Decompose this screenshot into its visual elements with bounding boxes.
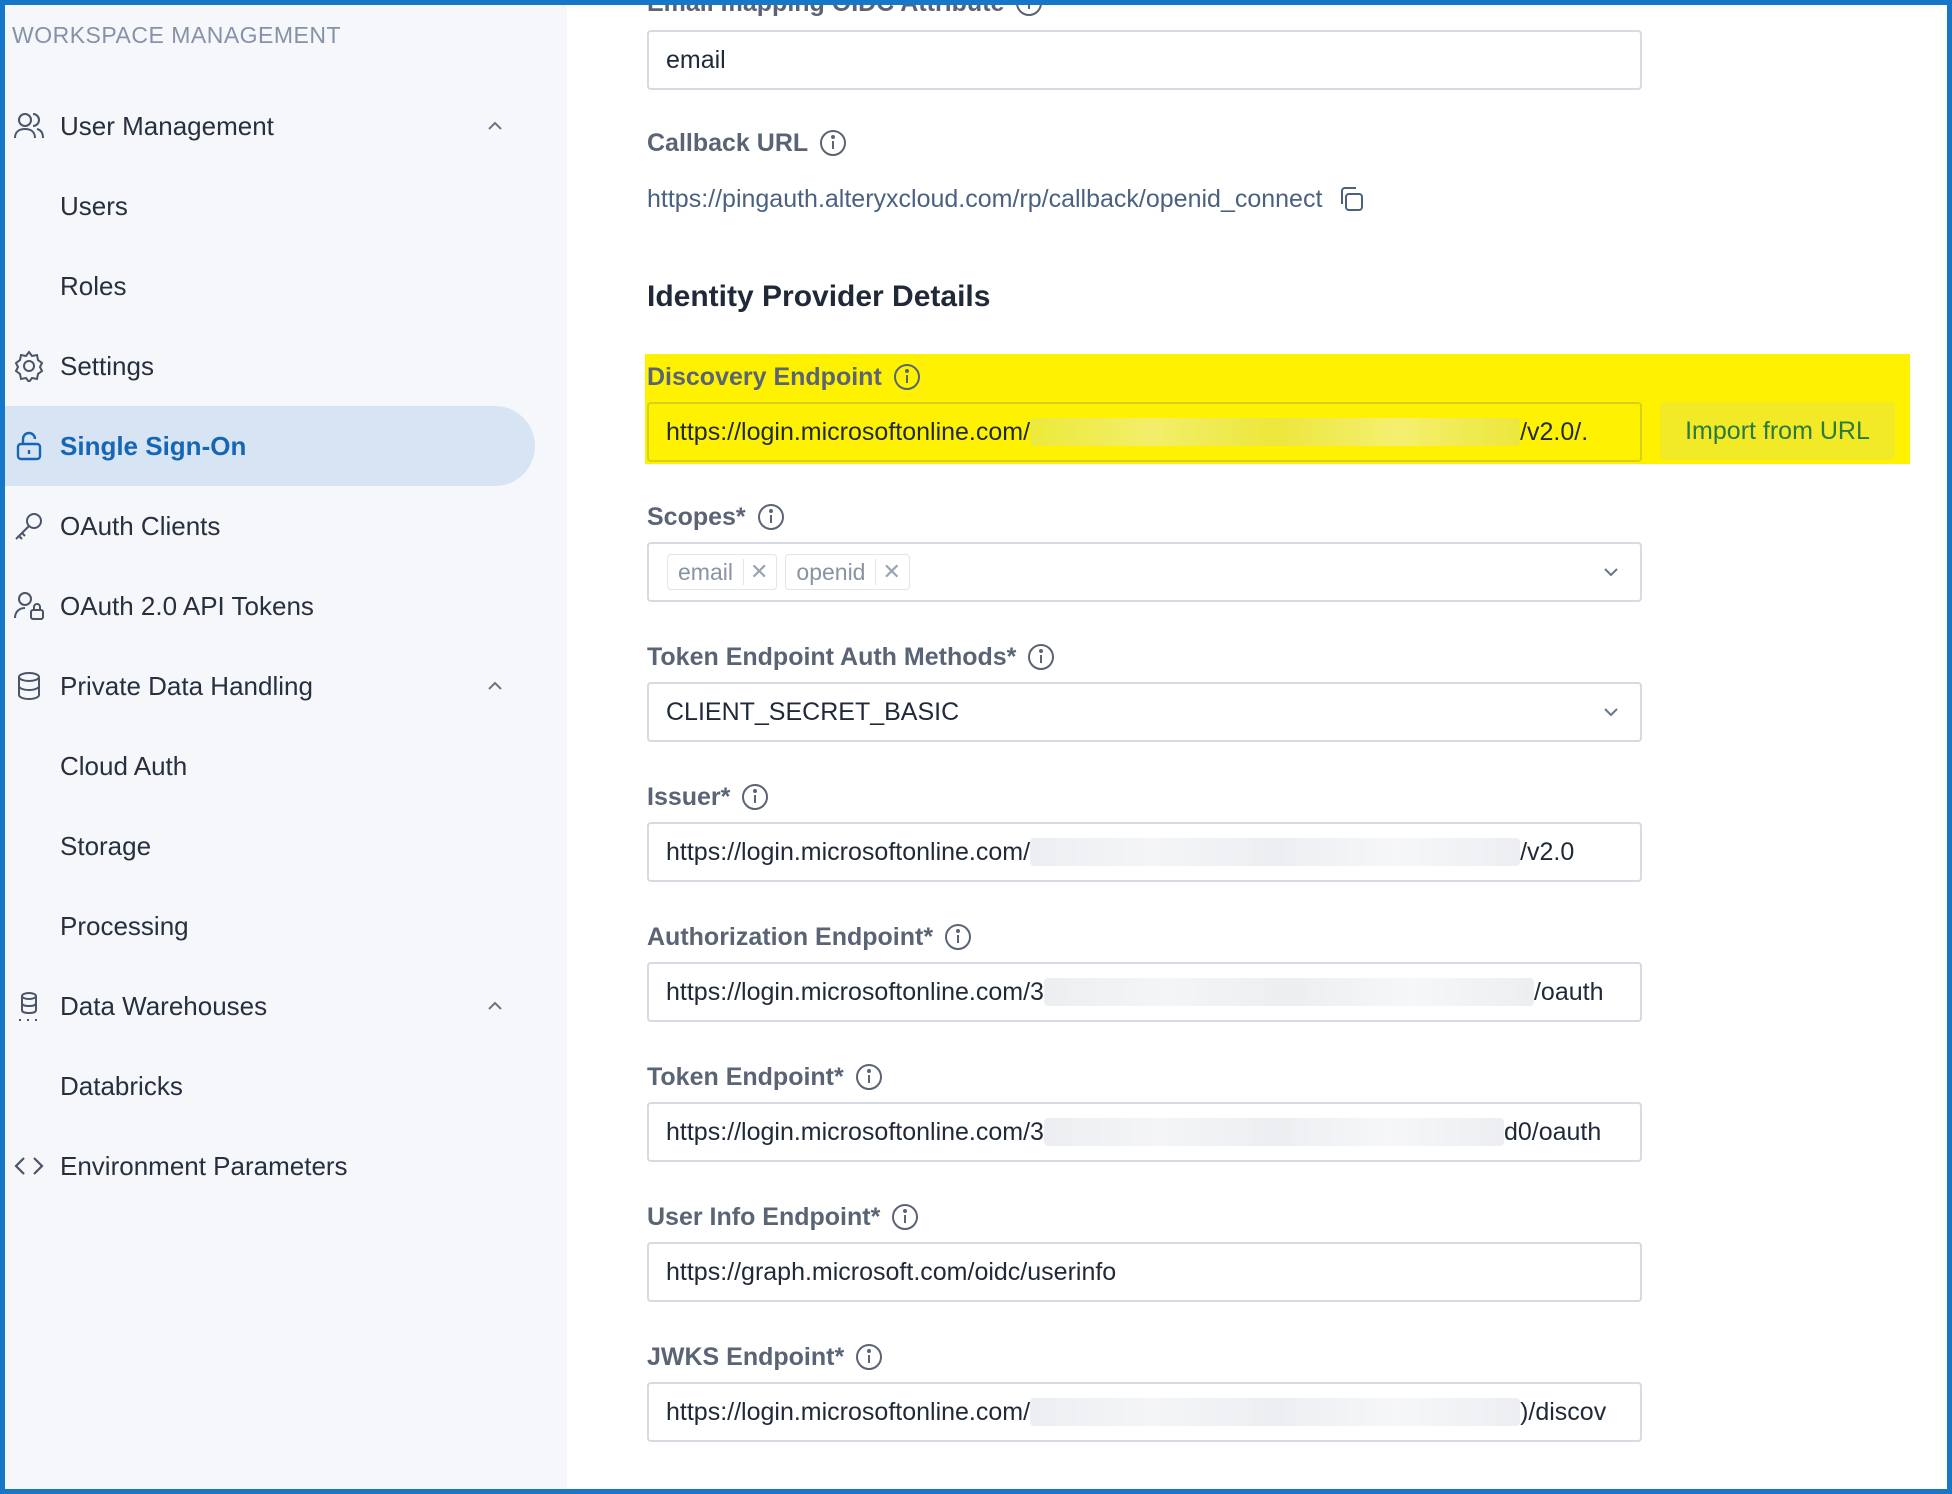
info-icon[interactable]: [854, 1062, 884, 1092]
user-info-endpoint-input[interactable]: https://graph.microsoft.com/oidc/userinf…: [647, 1242, 1642, 1302]
authorization-endpoint-label: Authorization Endpoint*: [647, 922, 973, 952]
chevron-up-icon[interactable]: [484, 675, 506, 697]
sidebar-item-label: Private Data Handling: [60, 670, 313, 701]
discovery-endpoint-label: Discovery Endpoint: [647, 362, 922, 392]
info-icon[interactable]: [1026, 642, 1056, 672]
remove-chip-icon[interactable]: ✕: [875, 559, 901, 585]
scope-chip: openid ✕: [785, 554, 910, 590]
callback-url: https://pingauth.alteryxcloud.com/rp/cal…: [647, 184, 1366, 214]
remove-chip-icon[interactable]: ✕: [742, 559, 768, 585]
lock-icon: [12, 429, 46, 463]
import-from-url-button[interactable]: Import from URL: [1660, 402, 1895, 460]
token-auth-methods-label: Token Endpoint Auth Methods*: [647, 642, 1056, 672]
sidebar-item-private-data-handling[interactable]: Private Data Handling: [0, 646, 535, 726]
sidebar-item-databricks[interactable]: Databricks: [60, 1066, 183, 1106]
user-info-endpoint-label: User Info Endpoint*: [647, 1202, 920, 1232]
info-icon[interactable]: [740, 782, 770, 812]
database-icon: [12, 669, 46, 703]
email-mapping-label: Email mapping OIDC Attribute: [647, 0, 1044, 18]
sidebar: WORKSPACE MANAGEMENT User Management Use…: [0, 0, 567, 1494]
sidebar-item-cloud-auth[interactable]: Cloud Auth: [60, 746, 187, 786]
sidebar-item-label: User Management: [60, 110, 274, 141]
copy-icon[interactable]: [1336, 184, 1366, 214]
sidebar-item-label: Environment Parameters: [60, 1150, 348, 1181]
sidebar-item-label: Data Warehouses: [60, 990, 268, 1021]
info-icon[interactable]: [943, 922, 973, 952]
users-icon: [12, 109, 46, 143]
info-icon[interactable]: [854, 1342, 884, 1372]
sidebar-item-user-management[interactable]: User Management: [0, 86, 535, 166]
token-endpoint-label: Token Endpoint*: [647, 1062, 884, 1092]
authorization-endpoint-input[interactable]: https://login.microsoftonline.com/3 /oau…: [647, 962, 1642, 1022]
sidebar-item-oauth-tokens[interactable]: OAuth 2.0 API Tokens: [0, 566, 535, 646]
chevron-up-icon[interactable]: [484, 115, 506, 137]
issuer-label: Issuer*: [647, 782, 770, 812]
email-mapping-input[interactable]: email: [647, 30, 1642, 90]
jwks-endpoint-label: JWKS Endpoint*: [647, 1342, 884, 1372]
sidebar-item-single-sign-on[interactable]: Single Sign-On: [0, 406, 535, 486]
key-icon: [12, 509, 46, 543]
sidebar-item-oauth-clients[interactable]: OAuth Clients: [0, 486, 535, 566]
sidebar-item-data-warehouses[interactable]: Data Warehouses: [0, 966, 535, 1046]
redacted-text: [1030, 1398, 1521, 1426]
token-endpoint-input[interactable]: https://login.microsoftonline.com/3 d0/o…: [647, 1102, 1642, 1162]
sidebar-item-users[interactable]: Users: [60, 186, 128, 226]
sidebar-item-label: OAuth Clients: [60, 510, 221, 541]
scopes-select[interactable]: email ✕ openid ✕: [647, 542, 1642, 602]
info-icon[interactable]: [1014, 0, 1044, 18]
sidebar-item-label: Settings: [60, 350, 154, 381]
idp-section-title: Identity Provider Details: [647, 280, 991, 313]
chevron-up-icon[interactable]: [484, 995, 506, 1017]
sidebar-item-settings[interactable]: Settings: [0, 326, 535, 406]
sidebar-title: WORKSPACE MANAGEMENT: [12, 22, 342, 48]
info-icon[interactable]: [756, 502, 786, 532]
sidebar-item-environment-parameters[interactable]: Environment Parameters: [0, 1126, 535, 1206]
info-icon[interactable]: [892, 362, 922, 392]
scope-chip: email ✕: [667, 554, 778, 590]
jwks-endpoint-input[interactable]: https://login.microsoftonline.com/ )/dis…: [647, 1382, 1642, 1442]
sidebar-item-processing[interactable]: Processing: [60, 906, 189, 946]
redacted-text: [1043, 1118, 1504, 1146]
user-lock-icon: [12, 589, 46, 623]
sidebar-item-roles[interactable]: Roles: [60, 266, 126, 306]
info-icon[interactable]: [890, 1202, 920, 1232]
sidebar-item-label: OAuth 2.0 API Tokens: [60, 590, 314, 621]
redacted-text: [1030, 418, 1521, 446]
sidebar-item-storage[interactable]: Storage: [60, 826, 151, 866]
callback-url-label: Callback URL: [647, 128, 848, 158]
sidebar-item-label: Single Sign-On: [60, 430, 247, 461]
redacted-text: [1043, 978, 1534, 1006]
code-icon: [12, 1149, 46, 1183]
gear-icon: [12, 349, 46, 383]
token-auth-methods-select[interactable]: CLIENT_SECRET_BASIC: [647, 682, 1642, 742]
redacted-text: [1030, 838, 1521, 866]
warehouse-icon: [12, 989, 46, 1023]
issuer-input[interactable]: https://login.microsoftonline.com/ /v2.0: [647, 822, 1642, 882]
chevron-down-icon[interactable]: [1600, 561, 1622, 583]
discovery-endpoint-input[interactable]: https://login.microsoftonline.com/ /v2.0…: [647, 402, 1642, 462]
chevron-down-icon[interactable]: [1600, 701, 1622, 723]
scopes-label: Scopes*: [647, 502, 786, 532]
info-icon[interactable]: [818, 128, 848, 158]
